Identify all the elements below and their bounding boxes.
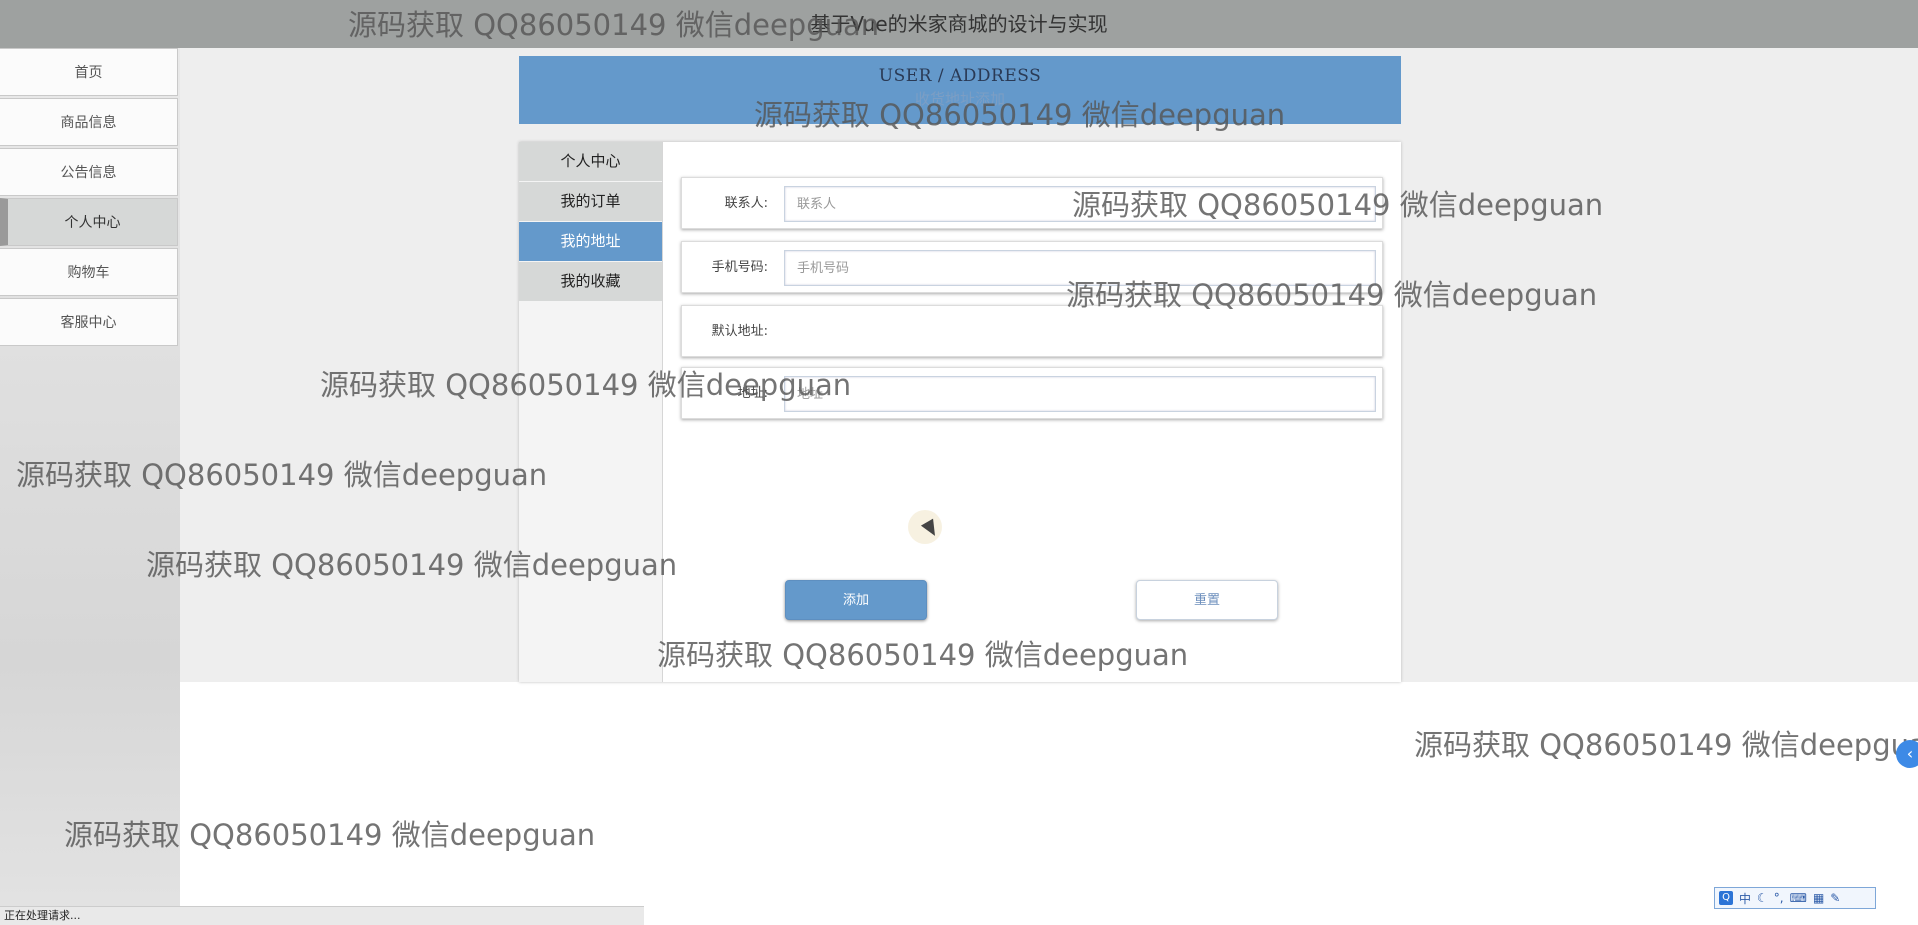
grid-icon[interactable]: ▦	[1813, 891, 1824, 905]
site-title: 基于Vue的米家商城的设计与实现	[810, 12, 1108, 36]
user-menu-address[interactable]: 我的地址	[519, 222, 662, 261]
user-menu: 个人中心 我的订单 我的地址 我的收藏	[519, 142, 663, 682]
watermark: 源码获取 QQ86050149 微信deepguan	[1072, 188, 1604, 222]
nav-item-notices[interactable]: 公告信息	[0, 148, 178, 196]
watermark: 源码获取 QQ86050149 微信deepguan	[754, 98, 1286, 132]
reset-button[interactable]: 重置	[1136, 580, 1278, 620]
nav-item-personal-center[interactable]: 个人中心	[0, 198, 178, 246]
watermark: 源码获取 QQ86050149 微信deepguan	[657, 638, 1189, 672]
watermark: 源码获取 QQ86050149 微信deepguan	[348, 8, 880, 42]
main-nav: 首页 商品信息 公告信息 个人中心 购物车 客服中心	[0, 48, 178, 348]
ime-logo-icon: Q	[1719, 891, 1733, 905]
nav-item-cart[interactable]: 购物车	[0, 248, 178, 296]
phone-label: 手机号码:	[711, 260, 768, 275]
tool-icon[interactable]: ✎	[1830, 891, 1840, 905]
moon-icon[interactable]: ☾	[1757, 891, 1768, 905]
ime-toolbar[interactable]: Q 中 ☾ °, ⌨ ▦ ✎	[1714, 887, 1876, 909]
default-address-label: 默认地址:	[711, 324, 768, 339]
nav-item-products[interactable]: 商品信息	[0, 98, 178, 146]
banner-title-en: USER / ADDRESS	[878, 66, 1042, 86]
chevron-left-icon[interactable]: ‹	[1896, 740, 1918, 768]
watermark: 源码获取 QQ86050149 微信deepguan	[1066, 278, 1598, 312]
address-input[interactable]	[784, 376, 1376, 412]
browser-status-bar: 正在处理请求...	[0, 906, 644, 925]
contact-label: 联系人:	[724, 196, 768, 211]
ime-mode[interactable]: 中	[1739, 890, 1751, 907]
punctuation-icon[interactable]: °,	[1774, 891, 1784, 905]
nav-item-home[interactable]: 首页	[0, 48, 178, 96]
watermark: 源码获取 QQ86050149 微信deepguan	[320, 368, 852, 402]
watermark: 源码获取 QQ86050149 微信deepguan	[1414, 728, 1918, 762]
user-menu-profile[interactable]: 个人中心	[519, 142, 662, 181]
watermark: 源码获取 QQ86050149 微信deepguan	[146, 548, 678, 582]
keyboard-icon[interactable]: ⌨	[1790, 891, 1807, 905]
top-bar: 基于Vue的米家商城的设计与实现	[0, 0, 1918, 48]
user-menu-favorites[interactable]: 我的收藏	[519, 262, 662, 301]
add-button[interactable]: 添加	[785, 580, 927, 620]
nav-item-service[interactable]: 客服中心	[0, 298, 178, 346]
user-menu-orders[interactable]: 我的订单	[519, 182, 662, 221]
watermark: 源码获取 QQ86050149 微信deepguan	[16, 458, 548, 492]
watermark: 源码获取 QQ86050149 微信deepguan	[64, 818, 596, 852]
